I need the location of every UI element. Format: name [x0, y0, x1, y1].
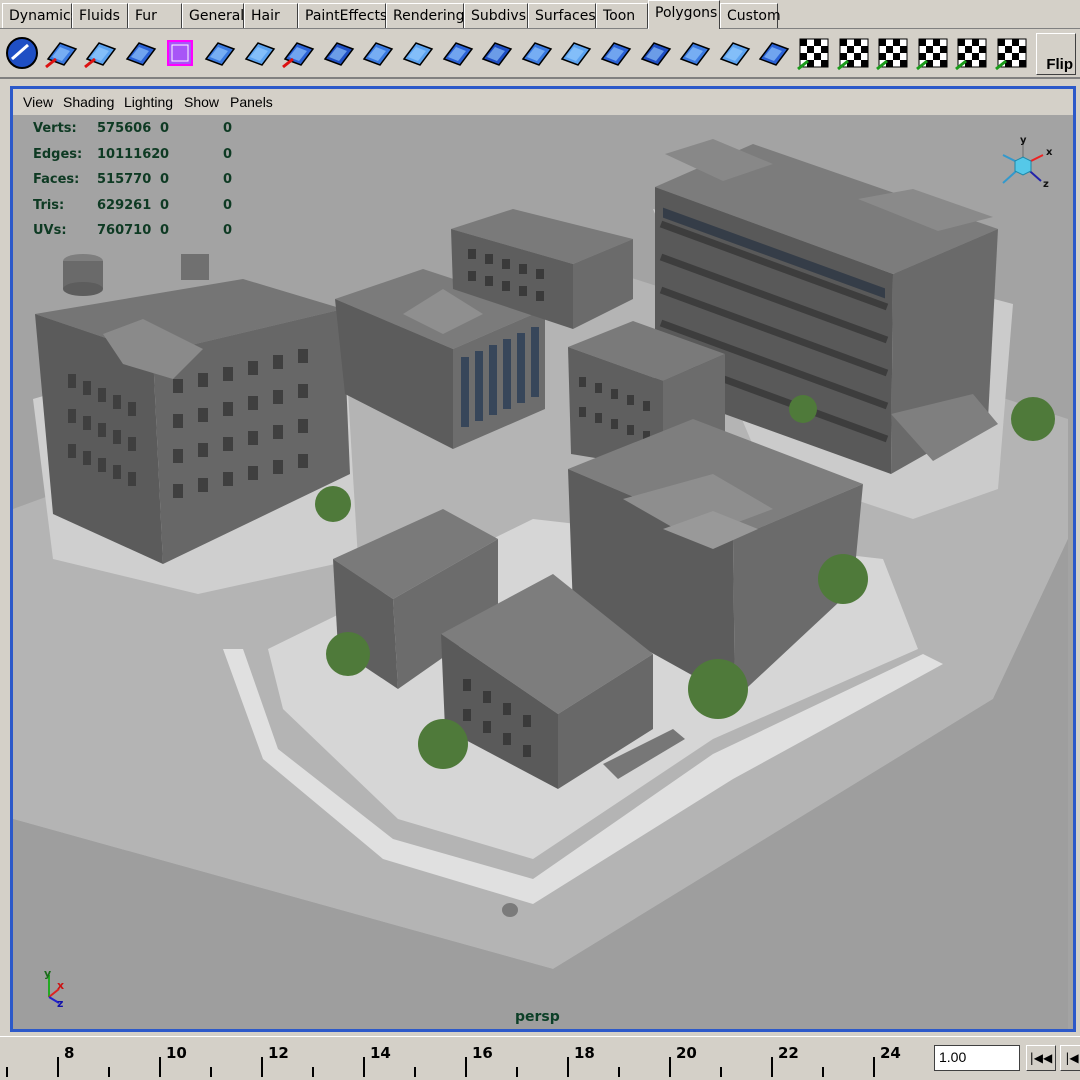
- hud-total: 760710: [97, 223, 152, 238]
- svg-text:y: y: [44, 967, 51, 980]
- time-slider[interactable]: 8 10 12 14 16 18 20 22 24 1.00 |◀◀ |◀: [0, 1036, 1080, 1080]
- poly-cone-icon[interactable]: [121, 33, 161, 73]
- hud-comp: 0: [223, 172, 233, 187]
- hud-total: 1011162: [97, 146, 161, 162]
- split-polygon-icon[interactable]: [358, 33, 398, 73]
- hud-label: UVs:: [33, 223, 67, 238]
- time-tick-label: 16: [472, 1044, 493, 1062]
- shelf-tabs: Dynamics Fluids Fur General Hair PaintEffects…: [0, 0, 1080, 29]
- hud-comp: 0: [223, 146, 233, 162]
- extract-icon[interactable]: [438, 33, 478, 73]
- tab-toon[interactable]: Toon: [596, 3, 648, 28]
- smooth-icon[interactable]: [636, 33, 676, 73]
- time-tick-label: 10: [166, 1044, 187, 1062]
- hud-label: Faces:: [33, 172, 80, 187]
- bevel-icon[interactable]: [319, 33, 359, 73]
- view-cube[interactable]: y x z: [991, 135, 1061, 201]
- panel-menu-show[interactable]: Show: [184, 94, 219, 110]
- poly-cube-icon[interactable]: [42, 33, 82, 73]
- current-time-field[interactable]: 1.00: [934, 1045, 1020, 1071]
- wedge-face-icon[interactable]: [556, 33, 596, 73]
- poly-plane-icon[interactable]: [160, 33, 200, 73]
- manhole: [502, 903, 518, 917]
- tab-fur[interactable]: Fur: [128, 3, 182, 28]
- axis-gizmo: y x z: [44, 967, 64, 1010]
- hud-sel: 0: [160, 121, 170, 136]
- hud-comp: 0: [223, 223, 233, 238]
- tab-polygons[interactable]: Polygons: [648, 0, 720, 29]
- hud-total: 515770: [97, 172, 152, 187]
- hud-sel: 0: [160, 223, 170, 238]
- hud-sel: 0: [160, 197, 170, 213]
- svg-text:x: x: [57, 979, 64, 992]
- time-ruler[interactable]: 8 10 12 14 16 18 20 22 24: [0, 1037, 930, 1080]
- time-tick-label: 18: [574, 1044, 595, 1062]
- tab-subdivs[interactable]: Subdivs: [464, 3, 528, 28]
- extrude-face-icon[interactable]: [279, 33, 319, 73]
- svg-text:z: z: [57, 997, 63, 1010]
- time-tick-label: 12: [268, 1044, 289, 1062]
- tab-dynamics[interactable]: Dynamics: [2, 3, 78, 28]
- hud-total: 629261: [97, 197, 152, 213]
- sew-uvs-icon[interactable]: [992, 33, 1032, 73]
- time-tick-label: 22: [778, 1044, 799, 1062]
- city-block-scene: [13, 139, 1068, 1029]
- panel-menu-view[interactable]: View: [23, 94, 53, 110]
- combine-icon[interactable]: [200, 33, 240, 73]
- step-back-button[interactable]: |◀: [1060, 1045, 1080, 1071]
- append-polygon-icon[interactable]: [715, 33, 755, 73]
- time-tick-label: 20: [676, 1044, 697, 1062]
- poke-face-icon[interactable]: [517, 33, 557, 73]
- tab-custom[interactable]: Custom: [720, 3, 781, 28]
- hud-label: Edges:: [33, 146, 83, 162]
- panel-menu-lighting[interactable]: Lighting: [124, 94, 173, 110]
- panel-menu-bar: View Shading Lighting Show Panels: [13, 89, 1073, 115]
- svg-text:z: z: [1043, 179, 1049, 190]
- svg-text:x: x: [1046, 147, 1053, 158]
- hud-comp: 0: [223, 121, 233, 136]
- subdivide-icon[interactable]: [596, 33, 636, 73]
- cylindrical-map-icon[interactable]: [873, 33, 913, 73]
- polygons-shelf: Flip: [0, 29, 1080, 79]
- svg-text:y: y: [1020, 135, 1027, 146]
- automatic-map-icon[interactable]: [834, 33, 874, 73]
- tab-fluids[interactable]: Fluids: [72, 3, 128, 28]
- cut-uvs-icon[interactable]: [952, 33, 992, 73]
- panel-menu-shading[interactable]: Shading: [63, 94, 114, 110]
- tab-rendering[interactable]: Rendering: [386, 3, 465, 28]
- hud-label: Verts:: [33, 121, 77, 136]
- flip-button[interactable]: Flip: [1036, 33, 1076, 75]
- poly-sphere-icon[interactable]: [2, 33, 42, 73]
- planar-map-icon[interactable]: [794, 33, 834, 73]
- hud-total: 575606: [97, 121, 152, 136]
- go-to-start-button[interactable]: |◀◀: [1026, 1045, 1056, 1071]
- hud-sel: 0: [160, 146, 170, 162]
- time-tick-label: 8: [64, 1044, 74, 1062]
- tab-hair[interactable]: Hair: [244, 3, 298, 28]
- tab-painteffects[interactable]: PaintEffects: [298, 3, 387, 28]
- move-pivot-icon[interactable]: [754, 33, 794, 73]
- duplicate-face-icon[interactable]: [398, 33, 438, 73]
- camera-label: persp: [515, 1009, 560, 1025]
- hud-comp: 0: [223, 197, 233, 213]
- tab-surfaces[interactable]: Surfaces: [528, 3, 596, 28]
- maya-window: Dynamics Fluids Fur General Hair PaintEffects…: [0, 0, 1080, 1080]
- fill-hole-icon[interactable]: [675, 33, 715, 73]
- spherical-map-icon[interactable]: [913, 33, 953, 73]
- merge-edge-icon[interactable]: [477, 33, 517, 73]
- perspective-viewport[interactable]: View Shading Lighting Show Panels Verts: 5756…: [10, 86, 1076, 1032]
- time-tick-label: 24: [880, 1044, 901, 1062]
- hud-label: Tris:: [33, 197, 65, 213]
- tab-general[interactable]: General: [182, 3, 244, 28]
- time-tick-label: 14: [370, 1044, 391, 1062]
- hud-sel: 0: [160, 172, 170, 187]
- panel-menu-panels[interactable]: Panels: [230, 94, 273, 110]
- poly-cylinder-icon[interactable]: [81, 33, 121, 73]
- separate-icon[interactable]: [240, 33, 280, 73]
